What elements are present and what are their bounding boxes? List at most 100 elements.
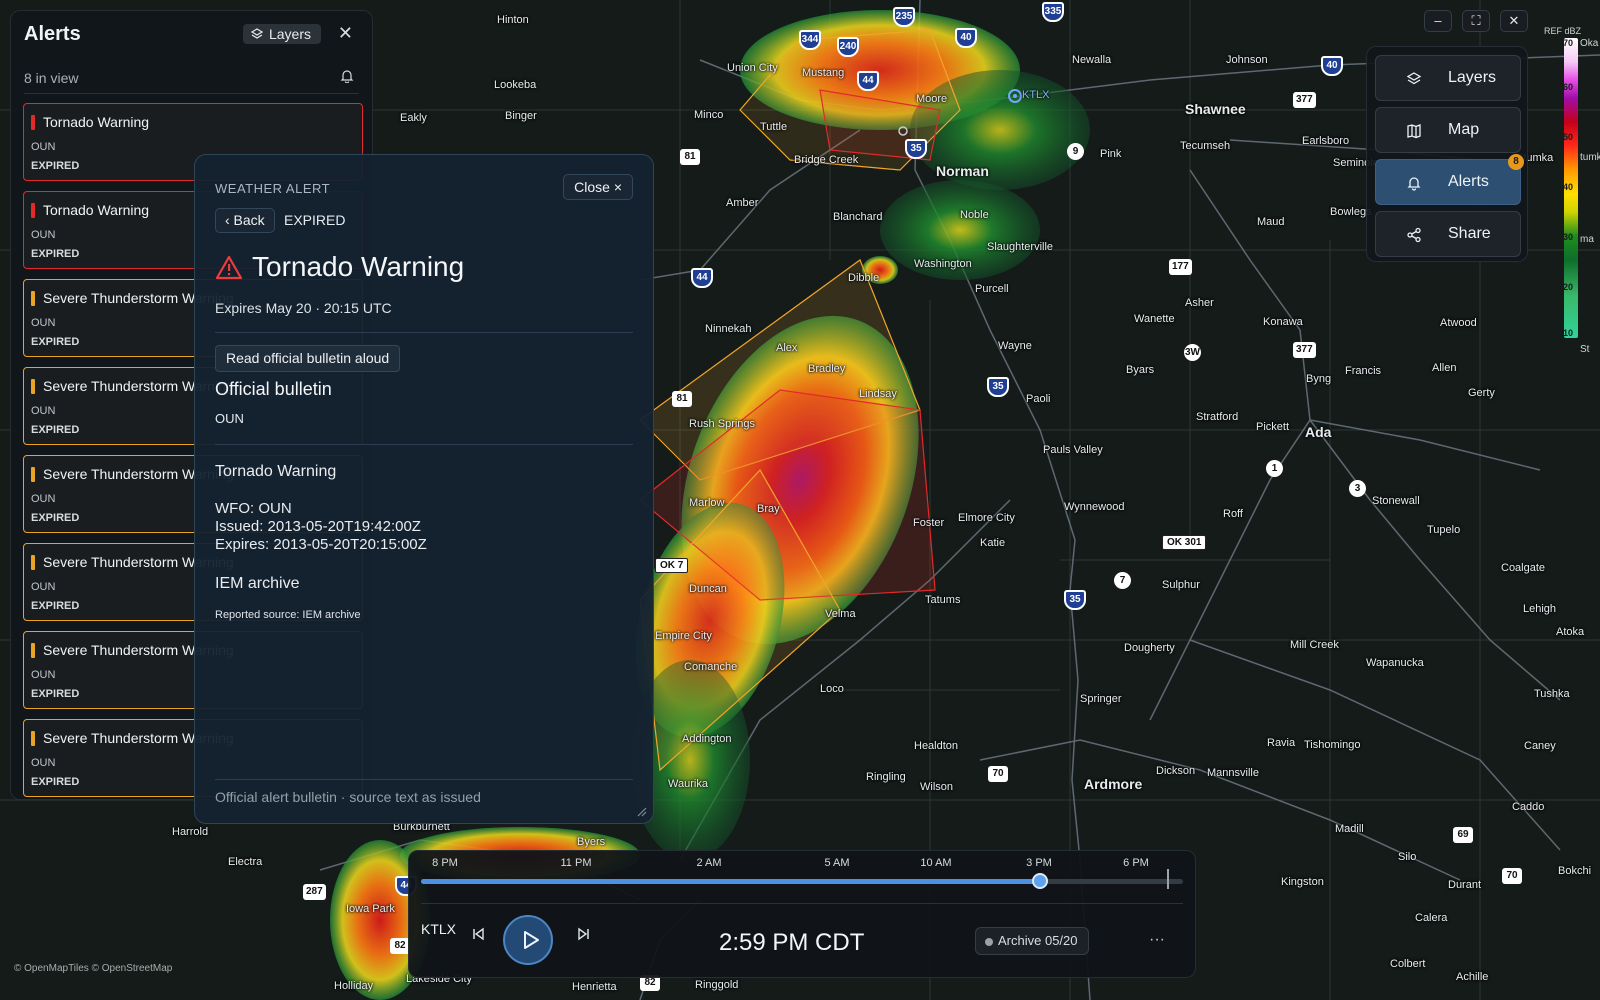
- city-label: Pickett: [1256, 421, 1290, 433]
- legend-tick: 30: [1563, 232, 1574, 242]
- city-label: Alex: [776, 342, 798, 354]
- alert-name: Tornado Warning: [43, 202, 150, 218]
- city-label: Rush Springs: [689, 418, 756, 430]
- city-label: Bridge Creek: [794, 154, 859, 166]
- read-aloud-button[interactable]: Read official bulletin aloud: [215, 345, 401, 372]
- city-label: Amber: [726, 197, 759, 209]
- alert-office: OUN: [31, 669, 56, 681]
- road-shield: OK 301: [1162, 535, 1207, 550]
- road-shield: 81: [680, 149, 700, 165]
- layers-button[interactable]: Layers: [1375, 55, 1521, 101]
- road-shield: 35: [987, 377, 1009, 397]
- bulletin-body: WFO: OUN Issued: 2013-05-20T19:42:00Z Ex…: [215, 500, 427, 554]
- more-options-icon[interactable]: ···: [1149, 931, 1165, 949]
- city-label: Francis: [1345, 365, 1382, 377]
- city-label: Kingston: [1281, 876, 1324, 888]
- city-label: Duncan: [689, 583, 727, 595]
- legend-title: REF dBZ: [1544, 26, 1582, 36]
- city-label: Katie: [980, 537, 1006, 549]
- resize-grip-icon[interactable]: [637, 807, 647, 817]
- city-label: Colbert: [1390, 958, 1426, 970]
- city-label: Calera: [1415, 912, 1448, 924]
- divider: [215, 332, 633, 333]
- timeline-scrubber-handle[interactable]: [1031, 873, 1048, 889]
- archive-date-label: Archive 05/20: [998, 933, 1078, 948]
- city-label: Madill: [1335, 823, 1364, 835]
- road-shield: 70: [988, 766, 1008, 782]
- close-window-button[interactable]: ✕: [1500, 10, 1528, 32]
- status-badge: EXPIRED: [284, 212, 346, 228]
- city-label: Stratford: [1196, 411, 1239, 423]
- road-shield: 35: [905, 139, 927, 159]
- city-label: Durant: [1448, 879, 1482, 891]
- map-controls-panel: Layers Map Alerts 8 Share: [1366, 46, 1528, 262]
- archive-status-dot: [985, 938, 993, 946]
- city-label: Iowa Park: [346, 903, 395, 915]
- city-label: Hinton: [497, 14, 529, 26]
- city-label: Sulphur: [1162, 579, 1200, 591]
- alert-office: OUN: [31, 317, 56, 329]
- city-label: Loco: [820, 683, 844, 695]
- share-button[interactable]: Share: [1375, 211, 1521, 257]
- timeline-tick-label: 3 PM: [1026, 857, 1052, 869]
- city-label: Byng: [1306, 373, 1332, 385]
- legend-tick: 20: [1563, 282, 1574, 292]
- detail-kicker: WEATHER ALERT: [215, 181, 331, 196]
- step-back-icon[interactable]: [471, 927, 485, 941]
- alert-office: OUN: [31, 581, 56, 593]
- road-shield: 1: [1266, 460, 1283, 477]
- timeline-track[interactable]: [421, 879, 1183, 884]
- city-label: Blanchard: [833, 211, 883, 223]
- divider: [24, 93, 359, 94]
- city-label: Dickson: [1156, 765, 1196, 777]
- legend-tick: 10: [1563, 328, 1574, 338]
- back-button[interactable]: ‹ Back: [215, 208, 275, 233]
- alert-status: EXPIRED: [31, 248, 80, 260]
- city-label: Springer: [1080, 693, 1122, 705]
- road-shield: 44: [691, 268, 713, 288]
- road-shield: 7: [1114, 572, 1131, 589]
- bell-icon[interactable]: [340, 69, 354, 83]
- map-edge-label: St: [1580, 344, 1590, 355]
- city-label: Wanette: [1134, 313, 1175, 325]
- close-button[interactable]: Close ×: [563, 174, 633, 200]
- fullscreen-button[interactable]: ⛶: [1462, 10, 1490, 32]
- city-label: Marlow: [689, 497, 725, 509]
- alert-severity-bar: [31, 291, 35, 306]
- alerts-button[interactable]: Alerts 8: [1375, 154, 1524, 205]
- city-label: Eakly: [400, 112, 427, 124]
- minimize-button[interactable]: –: [1424, 10, 1452, 32]
- city-label: Ringgold: [695, 979, 739, 991]
- city-label: Union City: [727, 62, 778, 74]
- city-label: Johnson: [1226, 54, 1268, 66]
- archive-heading: IEM archive: [215, 575, 300, 592]
- road-shield: 40: [955, 28, 977, 48]
- alerts-panel-title: Alerts: [24, 23, 81, 45]
- map-attribution[interactable]: © OpenMapTiles © OpenStreetMap: [14, 963, 172, 974]
- city-label: Holliday: [334, 980, 374, 992]
- map-icon: [1407, 124, 1421, 139]
- timeline-tick-label: 11 PM: [560, 857, 592, 869]
- alert-severity-bar: [31, 379, 35, 394]
- city-label: Tatums: [925, 594, 961, 606]
- city-label: Slaughterville: [987, 241, 1054, 253]
- map-button[interactable]: Map: [1375, 107, 1521, 153]
- alert-office: OUN: [31, 229, 56, 241]
- road-shield: 3W: [1184, 344, 1201, 361]
- city-label: Shawnee: [1185, 101, 1246, 117]
- play-button[interactable]: [503, 915, 553, 965]
- map-edge-label: tumka: [1580, 152, 1600, 163]
- alerts-layers-button[interactable]: Layers: [242, 24, 321, 44]
- road-shield: 235: [893, 7, 915, 27]
- city-label: Purcell: [975, 283, 1009, 295]
- city-label: Caney: [1524, 740, 1556, 752]
- city-label: Newalla: [1072, 54, 1112, 66]
- close-icon[interactable]: ✕: [338, 23, 353, 44]
- archive-date-button[interactable]: Archive 05/20: [975, 927, 1089, 955]
- road-shield: 177: [1169, 259, 1192, 275]
- city-label: Washington: [914, 258, 972, 270]
- city-label: Ringling: [866, 771, 906, 783]
- step-forward-icon[interactable]: [577, 927, 591, 941]
- city-label: Roff: [1223, 508, 1243, 520]
- alert-name: Tornado Warning: [43, 114, 150, 130]
